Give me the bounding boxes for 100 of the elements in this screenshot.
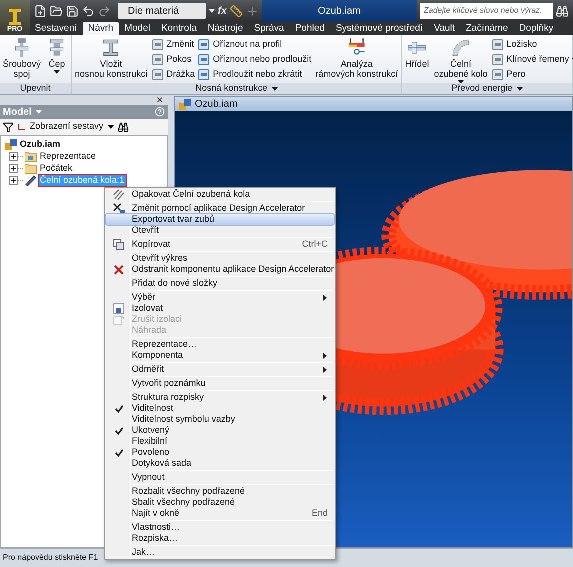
ribbon-tab[interactable]: Správa [249,22,290,35]
undo-icon[interactable] [82,4,95,18]
ribbon-tab[interactable]: Kontrola [156,22,202,35]
expand-icon[interactable] [9,164,23,172]
ribbon-button[interactable]: Pokos [152,53,196,66]
menu-item[interactable]: Kopírovat Ctrl+C [106,239,334,250]
filter-icon[interactable] [3,122,14,132]
ribbon-button[interactable]: Šroubový spoj [2,37,42,79]
ribbon-button[interactable]: Oříznout nebo prodloužit [198,53,312,66]
menu-item[interactable]: Odstranit komponentu aplikace Design Accelerator [106,264,334,275]
key-icon [492,68,504,80]
panel-title-bar[interactable]: Převod energie [402,83,572,94]
isolate-icon [113,302,125,314]
menu-item[interactable]: Najít v okně End [106,508,334,519]
lengthen-icon [198,68,210,80]
menu-item[interactable]: Vytvořit poznámku [106,378,334,389]
panel-title-bar[interactable]: Nosná konstrukce [72,83,402,94]
tree-item[interactable]: Počátek [39,162,74,174]
menu-item[interactable]: Odměřit [106,364,334,375]
menu-item[interactable]: Ukotvený [106,425,334,436]
belt-icon [492,54,504,66]
folder-icon [25,162,37,174]
menu-item[interactable]: Přidat do nové složky [106,278,334,289]
menu-item[interactable]: Výběr [106,292,334,303]
ribbon-button[interactable]: Čelní ozubené kolo [433,37,489,85]
menu-item[interactable]: Komponenta [106,350,334,361]
new-file-icon[interactable] [34,4,47,18]
undo-isolate-icon [113,314,125,326]
ribbon-tab[interactable]: Sestavení [30,22,82,35]
tree-item[interactable]: Reprezentace [39,150,98,162]
tree-item[interactable]: Ozub.iam [19,138,62,150]
ribbon-button[interactable]: Pero [492,68,573,81]
menu-item[interactable]: Reprezentace… [106,339,334,350]
search-field[interactable]: Zadejte klíčové slovo nebo výraz. [420,3,553,19]
copy-icon [113,238,125,250]
menu-item[interactable]: Vlastnosti… [106,522,334,533]
caret-icon [516,86,523,92]
ribbon-tab[interactable]: Doplňky [514,22,559,35]
ribbon-button[interactable]: Oříznout na profil [198,38,312,51]
menu-item[interactable]: Exportovat tvar zubů [106,214,334,225]
expand-icon[interactable] [9,152,23,160]
menu-item[interactable]: Sbalit všechny podřazené [106,497,334,508]
ribbon-tab[interactable]: Model [120,22,156,35]
binoculars-icon[interactable] [118,122,129,132]
panel-title-bar[interactable]: Upevnit [0,83,72,94]
ribbon-button[interactable]: Ložisko [492,38,573,51]
caret-icon [272,86,278,92]
menu-item[interactable]: Vypnout [106,472,334,483]
assembly-icon [179,98,191,110]
save-icon[interactable] [66,4,79,18]
menu-item[interactable]: Povoleno [106,447,334,458]
menu-item[interactable]: Otevřít [106,225,334,236]
menu-item[interactable]: Otevřít výkres [106,253,334,264]
ribbon-tab[interactable]: Návrh [83,22,119,35]
notch-icon [152,68,164,80]
close-icon[interactable] [156,96,164,104]
menu-item[interactable]: Izolovat [106,303,334,314]
ribbon-tab[interactable]: Začínáme [461,22,514,35]
redo-icon[interactable] [98,4,111,18]
style-dropdown[interactable]: Die materiá [118,3,206,19]
expand-icon[interactable] [9,176,23,184]
menu-item[interactable]: Viditelnost [106,403,334,414]
document-tab[interactable]: Ozub.iam [175,97,572,111]
logo-icon [7,8,23,26]
shortcut-label: Ctrl+C [301,239,328,250]
folder-icon [25,150,37,162]
ribbon-button[interactable]: Klínové řemeny [492,53,573,66]
ribbon-button[interactable]: Vložit nosnou konstrukci [74,37,149,79]
ribbon-button[interactable]: Drážka [152,68,196,81]
menu-item[interactable]: Viditelnost symbolu vazby [106,414,334,425]
assembly-icon [5,138,17,150]
bearing-icon [492,38,504,50]
ribbon-button[interactable]: Prodloužit nebo zkrátit [198,68,312,81]
menu-item[interactable]: Struktura rozpisky [106,392,334,403]
menu-item[interactable]: Opakovat Čelní ozubená kola [106,189,334,200]
function-button[interactable]: fx [218,4,227,18]
ribbon-button[interactable]: Změnit [152,38,196,51]
menu-item[interactable]: Rozpiska… [106,533,334,544]
caret-icon [54,69,60,75]
caret-icon [458,79,464,85]
plus-icon[interactable] [246,4,259,18]
modify-icon [152,38,164,50]
status-text: Pro nápovědu stiskněte F1 [3,552,98,564]
ruler-icon[interactable] [230,4,243,18]
binoculars-icon[interactable] [556,4,569,18]
menu-item[interactable]: Flexibilní [106,436,334,447]
ribbon-button[interactable]: Analýza rámových konstrukcí [314,37,400,79]
ribbon-button[interactable]: Hřídel [404,37,430,69]
caret-icon [108,124,114,130]
tree-view-icon [18,123,26,131]
menu-item[interactable]: Dotyková sada [106,458,334,469]
open-folder-icon[interactable] [50,4,63,18]
ribbon-tab[interactable]: Vault [429,22,460,35]
menu-item[interactable]: Jak… [106,547,334,558]
delete-icon [113,264,125,276]
ribbon-tab[interactable]: Systémové prostředí [330,22,428,35]
ribbon-tab[interactable]: Pohled [290,22,330,35]
ribbon-tab[interactable]: Nástroje [202,22,248,35]
ribbon-button[interactable]: Čep [45,37,70,75]
menu-item[interactable]: Rozbalit všechny podřazené [106,486,334,497]
